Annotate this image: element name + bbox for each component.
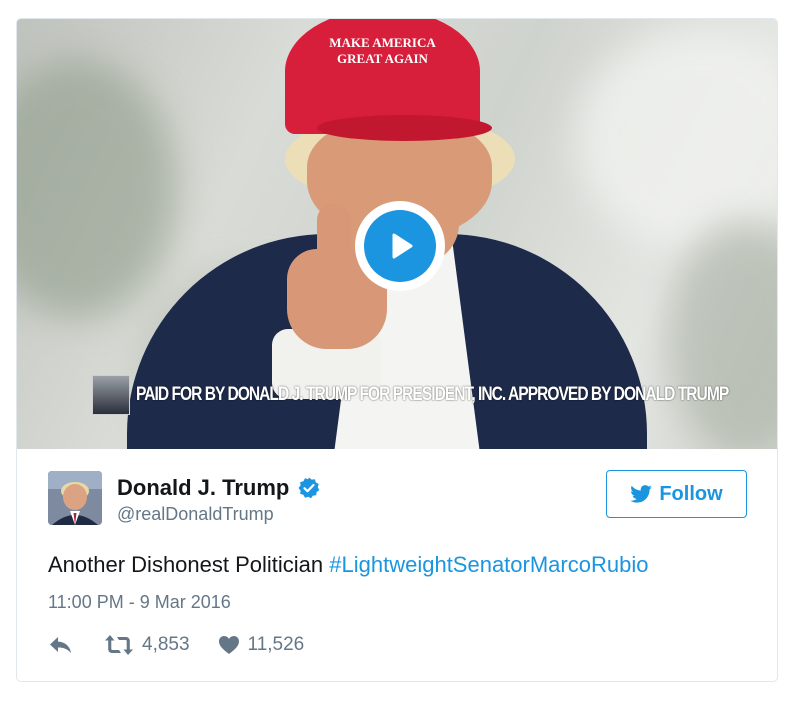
avatar-image: [48, 471, 102, 525]
play-button[interactable]: [355, 201, 445, 291]
disclaimer-text: PAID FOR BY DONALD J. TRUMP FOR PRESIDEN…: [136, 384, 729, 405]
tweet-timestamp[interactable]: 11:00 PM - 9 Mar 2016: [48, 592, 231, 613]
play-button-circle: [364, 210, 436, 282]
retweet-icon: [105, 635, 133, 655]
follow-button-label: Follow: [659, 482, 723, 505]
author-name-text: Donald J. Trump: [117, 475, 290, 500]
author-handle[interactable]: @realDonaldTrump: [117, 504, 274, 525]
cap-text: MAKE AMERICA GREAT AGAIN: [285, 35, 480, 67]
play-icon: [392, 233, 413, 259]
background-blur: [17, 59, 177, 319]
red-cap-brim: [317, 115, 492, 141]
cap-text-line-2: GREAT AGAIN: [337, 51, 428, 66]
verified-icon: [298, 477, 320, 499]
tweet-card: MAKE AMERICA GREAT AGAIN PAID FOR BY DON…: [16, 18, 778, 682]
cap-text-line-1: MAKE AMERICA: [329, 35, 436, 50]
author-name[interactable]: Donald J. Trump: [117, 475, 321, 501]
heart-icon: [218, 636, 239, 654]
retweet-button[interactable]: 4,853: [104, 634, 190, 656]
reply-icon: [50, 637, 71, 653]
disclaimer-thumbnail: [92, 375, 130, 415]
hashtag-link[interactable]: #LightweightSenatorMarcoRubio: [329, 552, 648, 577]
background-blur: [577, 29, 777, 249]
like-count: 11,526: [247, 634, 305, 655]
tweet-text-body: Another Dishonest Politician: [48, 552, 330, 577]
follow-button[interactable]: Follow: [606, 470, 747, 518]
tweet-text: Another Dishonest Politician #Lightweigh…: [48, 552, 648, 578]
reply-button[interactable]: [48, 634, 74, 656]
video-player[interactable]: MAKE AMERICA GREAT AGAIN PAID FOR BY DON…: [17, 19, 777, 449]
twitter-bird-icon: [630, 485, 653, 503]
video-disclaimer: PAID FOR BY DONALD J. TRUMP FOR PRESIDEN…: [92, 375, 777, 415]
retweet-count: 4,853: [142, 634, 190, 655]
like-button[interactable]: 11,526: [218, 634, 305, 656]
tweet-actions: 4,853 11,526: [48, 631, 304, 659]
video-figure-thumb: [317, 204, 351, 274]
avatar[interactable]: [48, 471, 102, 525]
